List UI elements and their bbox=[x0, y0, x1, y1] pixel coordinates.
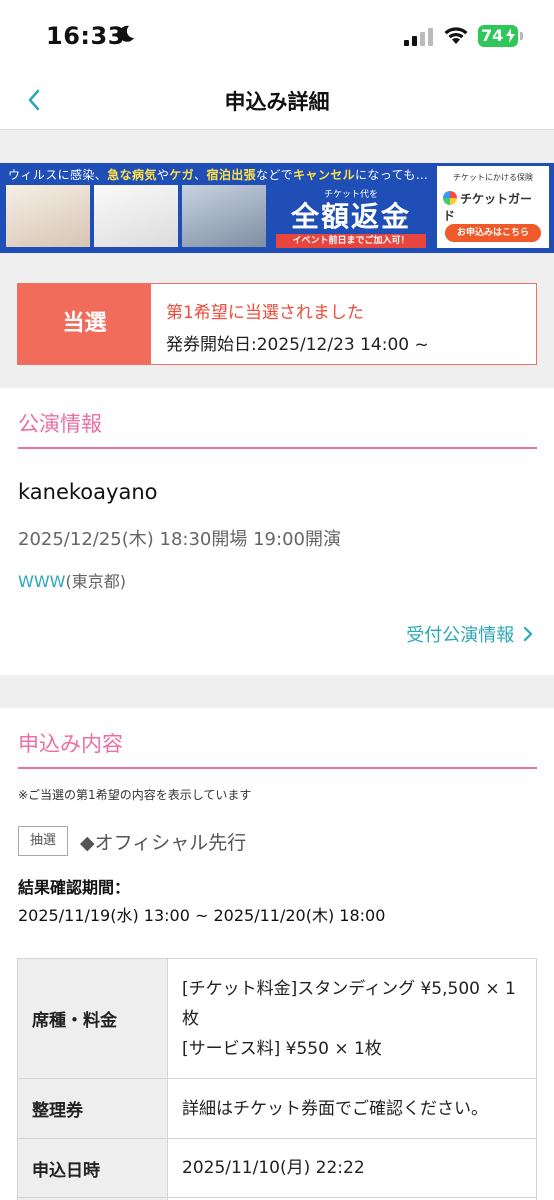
banner-photo-sick bbox=[6, 185, 90, 247]
service-fee-line: [サービス料] ¥550 × 1枚 bbox=[182, 1038, 382, 1059]
application-detail-table: 席種・料金 [チケット料金]スタンディング ¥5,500 × 1枚 [サービス料… bbox=[17, 958, 537, 1200]
venue-link[interactable]: WWW bbox=[18, 572, 65, 591]
banner-refund-note: イベント前日までご加入可！ bbox=[276, 234, 426, 248]
ticket-price-line: [チケット料金]スタンディング ¥5,500 × 1枚 bbox=[182, 978, 516, 1029]
application-date-value: 2025/11/10(月) 22:22 bbox=[167, 1138, 537, 1198]
performance-datetime: 2025/12/25(木) 18:30開場 19:00開演 bbox=[18, 529, 341, 550]
banner-ticket-guard: チケットにかける保険 チケットガード お申込みはこちら bbox=[437, 166, 549, 248]
performance-divider bbox=[18, 447, 537, 449]
issue-start-date: 発券開始日:2025/12/23 14:00 ~ bbox=[166, 335, 429, 355]
battery-indicator: 74 bbox=[478, 25, 518, 47]
result-card: 当選 第1希望に当選されました 発券開始日:2025/12/23 14:00 ~ bbox=[17, 283, 537, 365]
performance-section: 公演情報 kanekoayano 2025/12/25(木) 18:30開場 1… bbox=[0, 388, 554, 675]
reception-info-link[interactable]: 受付公演情報 bbox=[406, 621, 534, 647]
charging-icon bbox=[506, 28, 515, 43]
banner-refund-main: 全額返金 bbox=[290, 200, 411, 233]
ticket-guard-logo: チケットガード bbox=[443, 191, 533, 223]
status-bar: 16:33 74 bbox=[0, 0, 554, 72]
banner-photo-injury bbox=[94, 185, 178, 247]
banner-refund-sub: チケット代を bbox=[323, 190, 378, 200]
signal-icon bbox=[404, 28, 433, 46]
ticket-guard-banner[interactable]: ウィルスに感染、急な病気やケガ、宿泊出張などでキャンセルになっても… チケット代… bbox=[0, 163, 554, 253]
result-period-value: 2025/11/19(水) 13:00 ~ 2025/11/20(木) 18:0… bbox=[18, 906, 386, 925]
banner-photo-business bbox=[182, 185, 266, 247]
ticket-guard-logo-icon bbox=[443, 191, 457, 205]
banner-refund: チケット代を 全額返金 イベント前日までご加入可！ bbox=[270, 185, 432, 248]
moon-icon bbox=[119, 25, 134, 42]
first-choice-note: ※ご当選の第1希望の内容を表示しています bbox=[18, 788, 252, 802]
result-section: 当選 第1希望に当選されました 発券開始日:2025/12/23 14:00 ~ bbox=[0, 253, 554, 388]
number-ticket-value: 詳細はチケット券面でご確認ください。 bbox=[167, 1078, 537, 1139]
artist-name: kanekoayano bbox=[18, 480, 158, 504]
table-row: 整理券 詳細はチケット券面でご確認ください。 bbox=[17, 1078, 537, 1139]
seat-type-value: [チケット料金]スタンディング ¥5,500 × 1枚 [サービス料] ¥550… bbox=[167, 958, 537, 1079]
battery-tip bbox=[520, 32, 523, 40]
result-message: 第1希望に当選されました bbox=[166, 303, 364, 323]
result-period-label: 結果確認期間： bbox=[18, 878, 131, 897]
venue-area: (東京都) bbox=[65, 572, 126, 591]
table-row: 席種・料金 [チケット料金]スタンディング ¥5,500 × 1枚 [サービス料… bbox=[17, 958, 537, 1079]
sale-type: ◆オフィシャル先行 bbox=[80, 832, 247, 854]
application-divider bbox=[18, 767, 537, 769]
application-section: 申込み内容 ※ご当選の第1希望の内容を表示しています 抽選 ◆オフィシャル先行 … bbox=[0, 708, 554, 1200]
nav-bar: 申込み詳細 bbox=[0, 72, 554, 130]
banner-insurance-label: チケットにかける保険 bbox=[453, 173, 533, 182]
battery-level: 74 bbox=[481, 26, 504, 45]
performance-heading: 公演情報 bbox=[18, 412, 102, 436]
status-badge: 当選 bbox=[18, 284, 151, 364]
status-time: 16:33 bbox=[46, 22, 125, 50]
application-date-label: 申込日時 bbox=[17, 1138, 168, 1198]
lottery-tag: 抽選 bbox=[18, 826, 68, 856]
chevron-right-icon bbox=[523, 626, 533, 642]
number-ticket-label: 整理券 bbox=[17, 1078, 168, 1139]
page-title: 申込み詳細 bbox=[224, 90, 330, 114]
banner-headline: ウィルスに感染、急な病気やケガ、宿泊出張などでキャンセルになっても… bbox=[8, 168, 429, 182]
banner-apply-button[interactable]: お申込みはこちら bbox=[445, 224, 541, 242]
wifi-icon bbox=[444, 27, 468, 44]
table-row: 申込日時 2025/11/10(月) 22:22 bbox=[17, 1138, 537, 1198]
venue: WWW(東京都) bbox=[18, 568, 126, 592]
seat-type-label: 席種・料金 bbox=[17, 958, 168, 1079]
application-heading: 申込み内容 bbox=[18, 732, 123, 756]
